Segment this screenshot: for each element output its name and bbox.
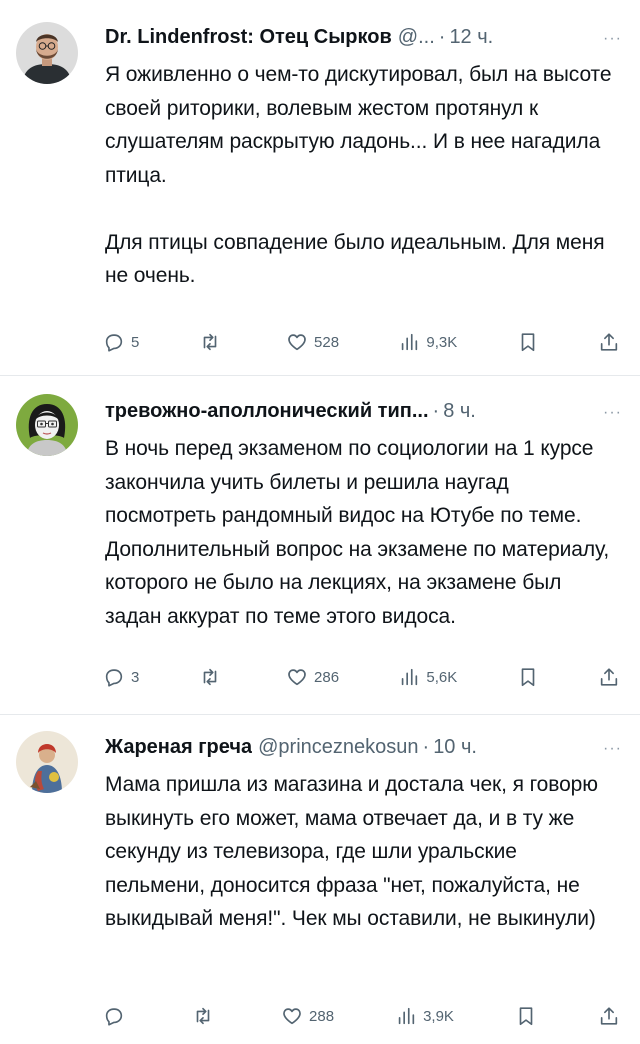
bookmark-icon	[521, 668, 534, 687]
tweet-timestamp[interactable]: 12 ч.	[449, 24, 493, 50]
tweet-actions: 5 528 9,3K	[103, 327, 620, 357]
tweet-header: Dr. Lindenfrost: Отец Сырков @... · 12 ч…	[105, 24, 622, 52]
like-button[interactable]: 288	[281, 1005, 334, 1027]
views-icon	[402, 333, 418, 351]
separator-dot: ·	[432, 400, 440, 422]
more-options-icon[interactable]: ···	[589, 26, 622, 52]
bearded-man-avatar-icon	[16, 22, 78, 84]
separator-dot: ·	[438, 26, 446, 48]
avatar[interactable]	[16, 22, 78, 84]
bookmark-icon	[521, 333, 534, 352]
author-handle[interactable]: @...	[398, 24, 435, 50]
tweet-header: тревожно-аполлонический тип... · 8 ч. ··…	[105, 398, 622, 426]
tweet-card[interactable]: тревожно-аполлонический тип... · 8 ч. ··…	[0, 376, 640, 715]
tweet-feed: Dr. Lindenfrost: Отец Сырков @... · 12 ч…	[0, 0, 640, 1044]
bookmark-button[interactable]	[517, 331, 539, 353]
like-button[interactable]: 528	[286, 331, 339, 353]
retweet-icon	[203, 333, 217, 351]
like-count: 528	[314, 333, 340, 351]
views-count: 5,6K	[426, 668, 458, 686]
retweet-button[interactable]	[199, 331, 227, 353]
share-button[interactable]	[598, 666, 620, 688]
reply-count: 5	[131, 333, 140, 351]
share-button[interactable]	[598, 331, 620, 353]
reply-button[interactable]: 3	[103, 666, 139, 688]
retweet-button[interactable]	[199, 666, 227, 688]
retweet-icon	[196, 1007, 210, 1025]
like-count: 286	[314, 668, 340, 686]
retweet-icon	[203, 668, 217, 686]
bookmark-icon	[519, 1007, 533, 1026]
retweet-button[interactable]	[192, 1005, 220, 1027]
avatar[interactable]	[16, 394, 78, 456]
tweet-card[interactable]: Жареная греча @princeznekosun · 10 ч. ··…	[0, 715, 640, 1044]
tweet-card[interactable]: Dr. Lindenfrost: Отец Сырков @... · 12 ч…	[0, 0, 640, 376]
heart-icon	[288, 334, 306, 351]
tweet-actions: 288 3,9K	[103, 1001, 620, 1031]
views-button[interactable]: 5,6K	[398, 666, 457, 688]
avatar[interactable]	[16, 731, 78, 793]
author-name[interactable]: Dr. Lindenfrost: Отец Сырков	[105, 24, 392, 50]
tweet-header: Жареная греча @princeznekosun · 10 ч. ··…	[105, 734, 622, 762]
reply-count: 3	[131, 668, 140, 686]
more-options-icon[interactable]: ···	[589, 736, 622, 762]
reply-button[interactable]: 5	[103, 331, 139, 353]
share-button[interactable]	[598, 1005, 620, 1027]
views-button[interactable]: 9,3K	[398, 331, 457, 353]
views-button[interactable]: 3,9K	[395, 1005, 454, 1027]
author-name[interactable]: тревожно-аполлонический тип...	[105, 398, 429, 424]
bookmark-button[interactable]	[515, 1005, 537, 1027]
tweet-actions: 3 286 5,6K	[103, 662, 620, 692]
heart-icon	[288, 669, 306, 686]
share-icon	[600, 1007, 618, 1025]
cartoon-woman-avatar-icon	[16, 394, 78, 456]
like-button[interactable]: 286	[286, 666, 339, 688]
tweet-text: Мама пришла из магазина и достала чек, я…	[105, 773, 598, 930]
views-count: 9,3K	[426, 333, 458, 351]
tweet-text: В ночь перед экзаменом по социологии на …	[105, 437, 610, 628]
painted-figure-avatar-icon	[16, 731, 78, 793]
reply-icon	[105, 1008, 123, 1026]
reply-button[interactable]	[103, 1005, 131, 1027]
author-handle[interactable]: @princeznekosun	[258, 734, 418, 760]
views-count: 3,9K	[423, 1007, 454, 1025]
share-icon	[600, 668, 618, 686]
reply-icon	[105, 669, 123, 687]
share-icon	[600, 333, 618, 351]
views-icon	[402, 668, 418, 686]
author-name[interactable]: Жареная греча	[105, 734, 252, 760]
reply-icon	[105, 334, 123, 352]
more-options-icon[interactable]: ···	[589, 400, 622, 426]
views-icon	[398, 1007, 415, 1025]
tweet-timestamp[interactable]: 10 ч.	[433, 734, 477, 760]
separator-dot: ·	[422, 736, 430, 758]
tweet-text: Я оживленно о чем-то дискутировал, был н…	[105, 63, 612, 287]
heart-icon	[283, 1008, 301, 1025]
tweet-timestamp[interactable]: 8 ч.	[443, 398, 476, 424]
like-count: 288	[309, 1007, 335, 1025]
bookmark-button[interactable]	[517, 666, 539, 688]
